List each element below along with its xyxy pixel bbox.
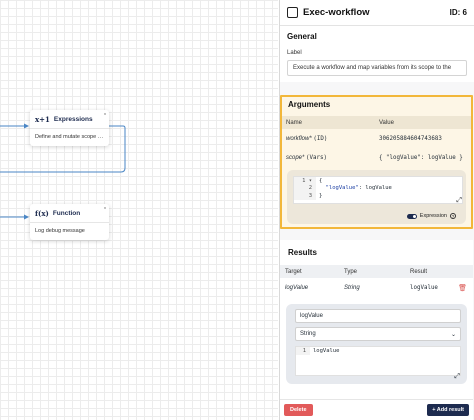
code-text: } [319, 192, 323, 199]
general-title: General [287, 32, 317, 41]
column-name: Name [286, 119, 303, 126]
help-icon[interactable]: ? [450, 213, 456, 219]
argument-type: (ID) [313, 135, 328, 142]
chevron-down-icon: ⌄ [450, 331, 456, 338]
results-section: Results Target Type Result logValue Stri… [280, 240, 473, 420]
label-input[interactable]: Execute a workflow and map variables fro… [287, 60, 467, 76]
column-target: Target [285, 268, 302, 275]
node-description: Define and mutate scope v... [35, 134, 105, 140]
panel-footer: Delete + Add result [280, 399, 473, 420]
node-header: x+1 Expressions [30, 110, 109, 129]
expression-toggle-row: Expression ? [406, 213, 456, 219]
result-editor-box: logValue String ⌄ 1 logValue ⤢ [286, 304, 467, 384]
argument-value: 306205884604743683 [379, 135, 442, 142]
expand-icon[interactable]: ⤢ [456, 197, 462, 205]
label-caption: Label [287, 50, 302, 56]
code-line: 1 logValue [296, 347, 460, 355]
argument-row[interactable]: workflow* (ID) 306205884604743683 [282, 129, 471, 148]
expression-icon: x+1 [35, 115, 50, 124]
results-table-header: Target Type Result [280, 265, 473, 278]
trash-icon[interactable]: 🗑 [458, 284, 467, 292]
node-function[interactable]: x f(x) Function Log debug message [30, 204, 109, 240]
node-title: Expressions [53, 116, 93, 123]
result-value: logValue [410, 285, 438, 291]
arguments-section: Arguments Name Value workflow* (ID) 3062… [280, 95, 473, 229]
code-line: 1 ▾ { [294, 177, 462, 185]
node-badge: x [104, 205, 106, 210]
code-editor[interactable]: 1 ▾ { 2 "logValue": logValue 3 } [293, 176, 463, 204]
general-section: General Label Execute a workflow and map… [280, 26, 474, 82]
edge-arrow-function [24, 214, 29, 220]
node-title: Function [52, 210, 81, 217]
edge-arrow-expressions [24, 123, 29, 129]
argument-name-cell: workflow* (ID) [282, 136, 379, 142]
code-text: { [319, 177, 323, 184]
line-number: 1 ▾ [294, 177, 316, 185]
code-text: "logValue": logValue [316, 185, 392, 191]
target-input[interactable]: logValue [295, 309, 461, 323]
code-rest: : logValue [358, 185, 392, 192]
result-type: String [344, 285, 360, 291]
column-result: Result [410, 268, 428, 275]
add-result-button[interactable]: + Add result [427, 404, 469, 416]
expression-toggle[interactable] [406, 213, 417, 219]
code-text: logValue [313, 348, 340, 354]
panel-header: Exec-workflow ID: 6 [280, 0, 474, 26]
code-line: 2 "logValue": logValue [294, 184, 462, 192]
panel-title: Exec-workflow [303, 7, 370, 18]
column-value: Value [379, 119, 394, 126]
expression-toggle-label: Expression [419, 213, 447, 219]
fold-icon[interactable]: ▾ [309, 178, 312, 184]
code-string: "logValue" [319, 185, 359, 192]
delete-button[interactable]: Delete [284, 404, 313, 416]
expand-icon[interactable]: ⤢ [454, 373, 460, 381]
result-target: logValue [285, 285, 309, 291]
code-line: 3 } [294, 192, 462, 200]
result-code-editor[interactable]: 1 logValue [295, 346, 461, 376]
argument-name-cell: scope* (Vars) [282, 155, 379, 161]
arguments-title: Arguments [288, 100, 331, 109]
workflow-canvas[interactable]: x x+1 Expressions Define and mutate scop… [0, 0, 278, 420]
node-select-checkbox[interactable] [287, 7, 298, 18]
node-id: ID: 6 [449, 8, 467, 17]
node-header: f(x) Function [30, 204, 109, 223]
argument-name: scope* [286, 154, 305, 161]
node-description: Log debug message [35, 228, 85, 234]
argument-type: (Vars) [306, 154, 327, 161]
type-select[interactable]: String ⌄ [295, 327, 461, 341]
argument-row[interactable]: scope* (Vars) { "logValue": logValue } [282, 148, 471, 167]
results-title: Results [288, 248, 317, 257]
arguments-table-header: Name Value [282, 116, 471, 129]
result-row[interactable]: logValue String logValue 🗑 [280, 278, 473, 298]
node-expressions[interactable]: x x+1 Expressions Define and mutate scop… [30, 110, 109, 146]
line-number: 1 [296, 347, 310, 355]
node-badge: x [104, 111, 106, 116]
function-icon: f(x) [35, 209, 49, 218]
argument-name: workflow* [286, 135, 312, 142]
line-number: 3 [294, 192, 316, 200]
type-select-value: String [300, 331, 316, 337]
expression-editor-box: 1 ▾ { 2 "logValue": logValue 3 } ⤢ Expre… [287, 170, 466, 224]
column-type: Type [344, 268, 358, 275]
argument-value: { "logValue": logValue } [379, 154, 463, 161]
line-number: 2 [294, 184, 316, 192]
